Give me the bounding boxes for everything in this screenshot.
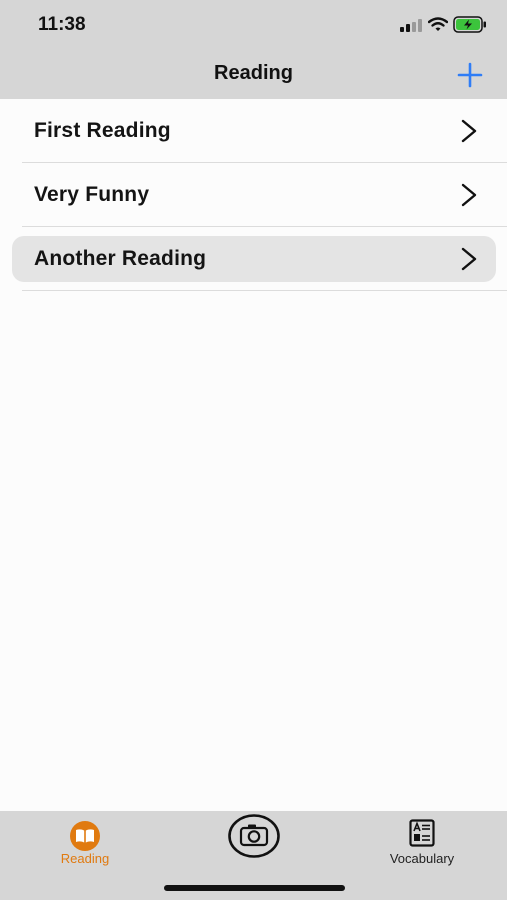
list-item-label: First Reading [34,119,171,142]
battery-charging-icon [453,16,486,33]
tab-vocabulary[interactable]: Vocabulary [372,811,472,881]
list-item-label: Another Reading [34,247,207,270]
home-indicator [164,885,345,891]
tab-label: Vocabulary [389,851,455,866]
page-title: Reading [214,62,293,84]
list-item[interactable]: First Reading [0,99,507,163]
list-item-label: Very Funny [34,183,150,206]
status-time: 11:38 [38,14,86,35]
plus-icon [457,62,483,88]
top-bar-background: 11:38 Reading [0,0,507,99]
list-item-selected[interactable]: Another Reading [0,227,507,291]
row-separator [22,290,507,291]
navigation-bar: Reading [0,50,507,99]
tab-reading[interactable]: Reading [40,811,130,881]
cellular-signal-icon [400,19,422,32]
tab-label: Reading [60,851,110,866]
wifi-icon [428,17,448,31]
chevron-right-icon [461,247,477,271]
add-reading-button[interactable] [452,58,488,92]
book-icon [70,821,100,851]
list-item[interactable]: Very Funny [0,163,507,227]
camera-icon [228,814,280,858]
chevron-right-icon [461,183,477,207]
chevron-right-icon [461,119,477,143]
reading-list: First Reading Very Funny Another Reading [0,99,507,291]
tab-camera[interactable] [226,811,282,881]
status-bar: 11:38 [0,0,507,50]
vocabulary-icon [409,819,435,847]
